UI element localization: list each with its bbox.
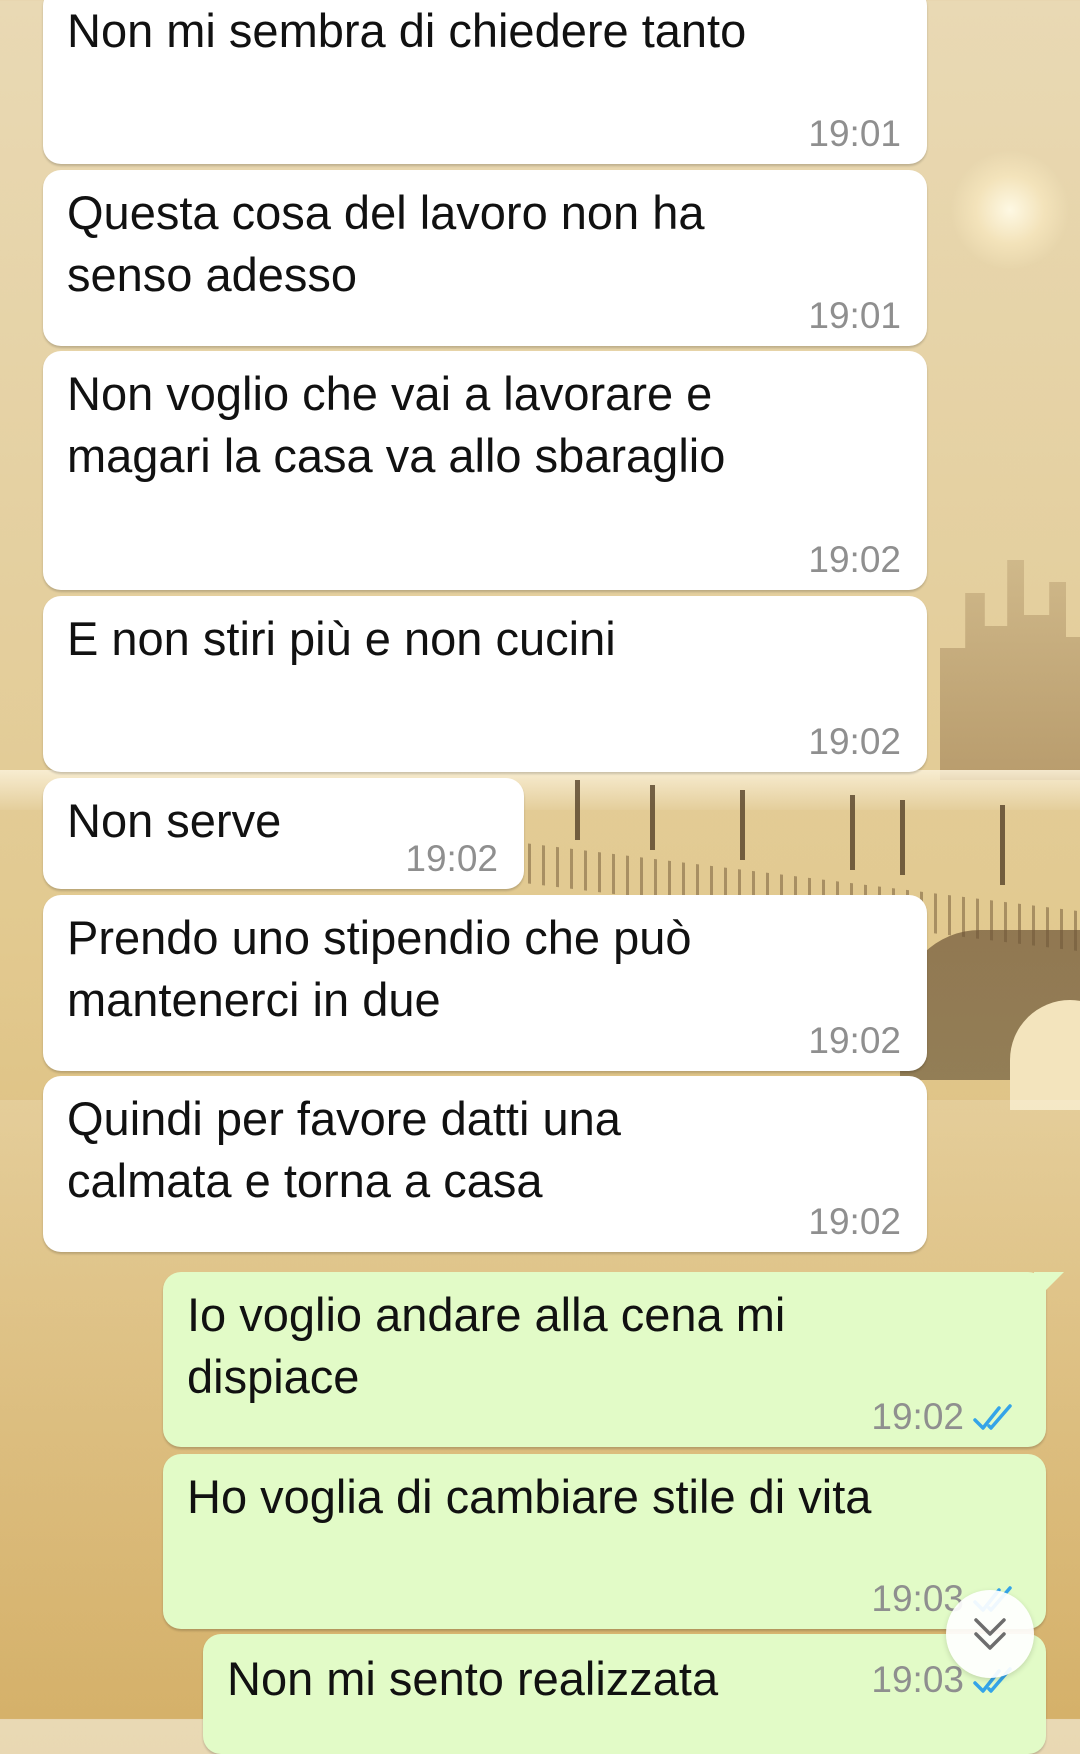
message-time: 19:02 bbox=[808, 721, 901, 762]
message-text: E non stiri più e non cucini bbox=[67, 612, 616, 665]
message-time: 19:01 bbox=[808, 295, 901, 336]
message-bubble-incoming[interactable]: Non serve 19:02 bbox=[43, 778, 524, 889]
message-text: Ho voglia di cambiare stile di vita bbox=[187, 1470, 872, 1523]
message-list[interactable]: Non mi sembra di chiedere tanto 19:01 Qu… bbox=[0, 0, 1080, 1754]
message-meta: 19:01 bbox=[808, 296, 901, 336]
message-bubble-incoming[interactable]: Prendo uno stipendio che può mantenerci … bbox=[43, 895, 927, 1071]
message-meta: 19:02 bbox=[808, 1021, 901, 1061]
message-text: Prendo uno stipendio che può mantenerci … bbox=[67, 911, 692, 1026]
message-bubble-outgoing[interactable]: Io voglio andare alla cena mi dispiace 1… bbox=[163, 1272, 1064, 1447]
message-text: Non mi sembra di chiedere tanto bbox=[67, 4, 747, 57]
message-bubble-incoming[interactable]: Questa cosa del lavoro non ha senso ades… bbox=[43, 170, 927, 346]
message-text: Quindi per favore datti una calmata e to… bbox=[67, 1092, 621, 1207]
scroll-to-bottom-button[interactable] bbox=[946, 1590, 1034, 1678]
message-time: 19:01 bbox=[808, 113, 901, 154]
chevron-double-down-icon bbox=[974, 1618, 1006, 1650]
double-check-icon bbox=[973, 1404, 1012, 1430]
message-bubble-incoming[interactable]: Non mi sembra di chiedere tanto 19:01 bbox=[43, 0, 927, 164]
message-bubble-incoming[interactable]: E non stiri più e non cucini 19:02 bbox=[43, 596, 927, 772]
message-meta: 19:02 bbox=[808, 722, 901, 762]
message-bubble-outgoing[interactable]: Ho voglia di cambiare stile di vita 19:0… bbox=[163, 1454, 1046, 1629]
message-time: 19:02 bbox=[808, 1201, 901, 1242]
message-time: 19:02 bbox=[405, 838, 498, 879]
bubble-tail bbox=[1034, 1272, 1064, 1302]
message-time: 19:02 bbox=[871, 1396, 964, 1437]
message-meta: 19:01 bbox=[808, 114, 901, 154]
message-meta: 19:02 bbox=[405, 839, 498, 879]
message-text: Io voglio andare alla cena mi dispiace bbox=[187, 1288, 786, 1403]
message-time: 19:03 bbox=[871, 1659, 964, 1700]
message-text: Non voglio che vai a lavorare e magari l… bbox=[67, 367, 726, 482]
message-meta: 19:02 bbox=[808, 1202, 901, 1242]
message-bubble-incoming[interactable]: Quindi per favore datti una calmata e to… bbox=[43, 1076, 927, 1252]
message-meta: 19:02 bbox=[871, 1397, 1020, 1437]
message-text: Questa cosa del lavoro non ha senso ades… bbox=[67, 186, 705, 301]
message-meta: 19:02 bbox=[808, 540, 901, 580]
message-time: 19:02 bbox=[808, 1020, 901, 1061]
message-bubble-outgoing[interactable]: Non mi sento realizzata 19:03 bbox=[203, 1634, 1046, 1754]
message-bubble-incoming[interactable]: Non voglio che vai a lavorare e magari l… bbox=[43, 351, 927, 590]
message-time: 19:02 bbox=[808, 539, 901, 580]
